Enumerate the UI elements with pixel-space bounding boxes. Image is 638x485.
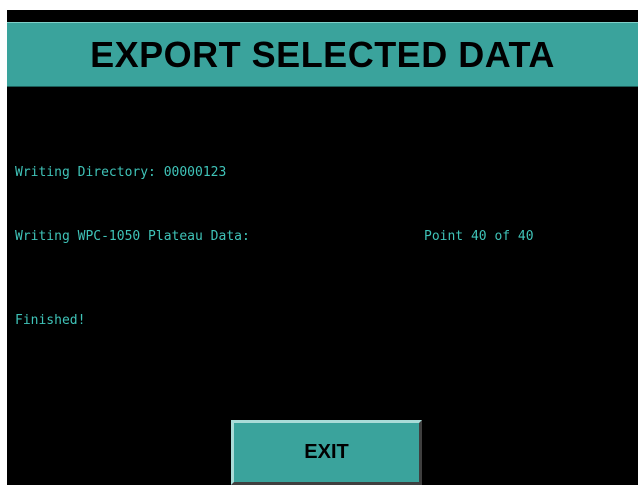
app-window: EXPORT SELECTED DATA Writing Directory: … [0, 0, 638, 485]
point-progress-text: Point 40 of 40 [424, 229, 534, 244]
exit-button-label: EXIT [304, 441, 349, 463]
exit-button[interactable]: EXIT [231, 420, 422, 485]
data-status-text: Writing WPC-1050 Plateau Data: [15, 229, 250, 244]
finished-status-text: Finished! [15, 313, 86, 328]
title-bar: EXPORT SELECTED DATA [7, 22, 638, 87]
export-screen: EXPORT SELECTED DATA Writing Directory: … [7, 10, 638, 485]
directory-status-text: Writing Directory: 00000123 [15, 165, 227, 180]
page-title: EXPORT SELECTED DATA [90, 33, 555, 75]
